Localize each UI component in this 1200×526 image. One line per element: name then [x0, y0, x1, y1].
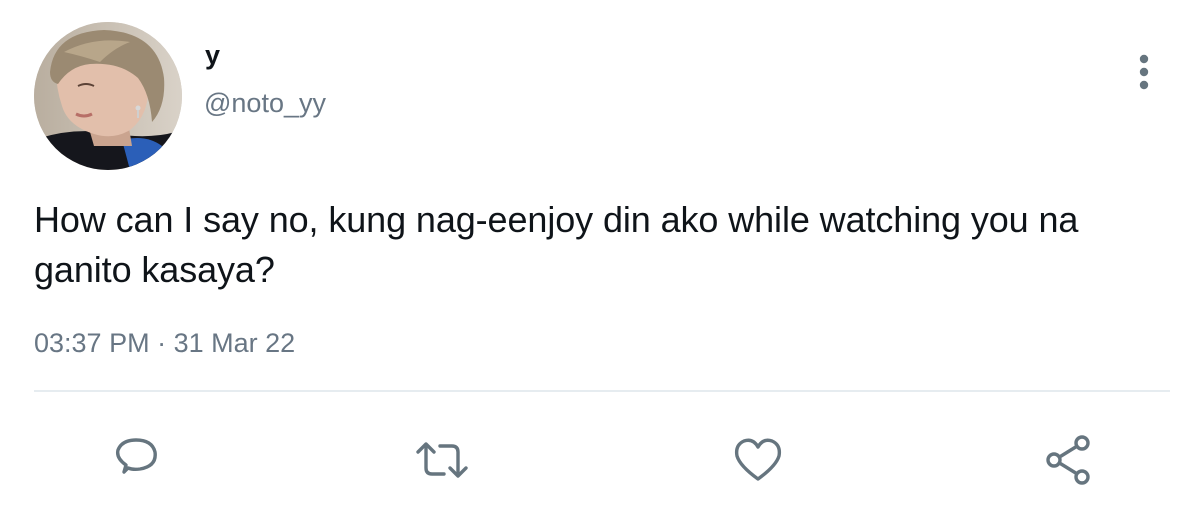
- reply-button[interactable]: [106, 430, 166, 490]
- share-button[interactable]: [1040, 430, 1100, 490]
- user-handle[interactable]: @noto_yy: [204, 86, 326, 120]
- tweet-text: How can I say no, kung nag-eenjoy din ak…: [34, 199, 1079, 290]
- avatar-image: [34, 22, 182, 170]
- divider: [34, 390, 1170, 392]
- share-icon: [1046, 435, 1090, 485]
- tweet-time: 03:37 PM: [34, 328, 150, 358]
- tweet-card: y @noto_yy How can I say no, kung nag-ee…: [0, 0, 1200, 526]
- reply-icon: [115, 438, 157, 474]
- more-vertical-icon: [1139, 54, 1149, 90]
- timestamp-separator: ·: [157, 328, 167, 358]
- tweet-date: 31 Mar 22: [173, 328, 296, 358]
- like-button[interactable]: [728, 430, 788, 490]
- retweet-icon: [416, 442, 468, 478]
- retweet-button[interactable]: [412, 430, 472, 490]
- heart-icon: [734, 438, 782, 481]
- more-options-button[interactable]: [1124, 48, 1164, 96]
- avatar[interactable]: [34, 22, 182, 170]
- display-name[interactable]: y: [205, 38, 220, 72]
- tweet-timestamp[interactable]: 03:37 PM · 31 Mar 22: [34, 325, 295, 361]
